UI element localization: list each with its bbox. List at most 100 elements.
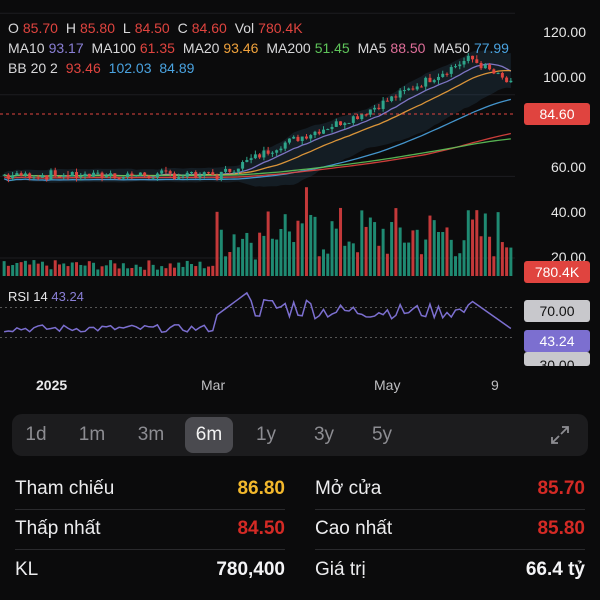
stat-value: 66.4 tỷ [525,559,585,580]
candle-body [258,154,262,158]
candle-body [147,175,151,178]
volume-bar [11,265,15,276]
candle-body [126,173,130,177]
ma20-label: MA20 [182,40,220,56]
volume-bar [62,263,66,276]
volume-bar [488,236,492,276]
volume-bar [270,238,274,276]
high-label: H [65,20,76,36]
volume-bar [236,247,240,276]
stat-volume: KL 780,400 [15,551,285,589]
volume-bar [428,215,432,276]
candle-body [381,100,385,109]
volume-bar [126,268,130,276]
volume-bar [92,262,96,276]
volume-bar [258,232,262,276]
candle-body [292,136,296,139]
volume-bar [432,220,436,276]
candle-body [249,158,253,160]
candle-body [19,173,23,176]
volume-bar [198,261,202,276]
volume-bar [181,266,185,276]
ma200-label: MA200 [266,40,311,56]
candle-body [168,171,172,174]
expand-icon[interactable] [550,425,570,445]
candle-body [309,135,313,139]
volume-bar [347,241,351,276]
ma20-value: 93.46 [223,40,259,56]
volume-bar [202,268,206,276]
candle-body [57,176,61,178]
volume-bar [262,235,266,276]
date-year: 2025 [36,377,68,393]
stat-label: Mở cửa [315,478,382,499]
candle-body [117,178,121,180]
ma50-value: 77.99 [473,40,509,56]
volume-bar [207,266,211,276]
volume-bar [36,263,40,276]
range-1d[interactable]: 1d [12,414,60,456]
range-6m[interactable]: 6m [185,417,233,453]
candle-body [262,150,266,158]
current-price-tag: 84.60 [524,103,590,125]
range-5y[interactable]: 5y [358,414,406,456]
volume-bar [296,220,300,276]
date-may: May [374,377,401,393]
candle-body [385,100,389,102]
candle-body [185,172,189,177]
divider [315,549,585,550]
volume-bar [313,216,317,276]
candle-body [407,88,411,91]
volume-bar [32,260,36,276]
volume-bar [356,252,360,276]
volume-bar [415,229,419,276]
rsi-upper-tag: 70.00 [524,300,590,322]
stat-high: Cao nhất 85.80 [315,510,585,548]
candle-body [109,173,113,176]
volume-bar [40,261,44,276]
volume-bar [394,208,398,276]
volume-bar [28,264,32,276]
volume-bar [113,263,117,276]
candle-body [83,173,87,177]
candle-body [232,171,236,173]
candle-body [322,129,325,134]
range-1y[interactable]: 1y [242,414,290,456]
range-3y[interactable]: 3y [300,414,348,456]
stat-low: Thấp nhất 84.50 [15,510,285,548]
candle-body [36,177,40,179]
volume-bar [79,264,83,276]
volume-bar [138,266,142,276]
candle-body [28,173,32,179]
candle-body [360,114,364,120]
high-value: 85.80 [79,20,115,36]
volume-bar [100,266,104,276]
range-3m[interactable]: 3m [127,414,175,456]
candle-body [6,174,10,179]
ma5-label: MA5 [357,40,387,56]
candle-body [62,174,66,177]
candle-body [241,162,245,169]
stat-value: 85.70 [537,478,585,499]
volume-bar [377,245,381,276]
volume-bar [253,259,257,276]
volume-bar [6,265,10,276]
close-label: C [177,20,188,36]
volume-bar [454,256,458,276]
volume-bar [496,212,500,276]
volume-bar [75,262,79,276]
ma10-value: 93.17 [48,40,84,56]
volume-bar [266,211,270,276]
close-value: 84.60 [191,20,227,36]
candle-body [134,175,138,177]
volume-bar [436,231,440,276]
ma10-label: MA10 [8,40,45,56]
candle-body [394,96,398,98]
candle-body [253,154,257,159]
volume-bar [177,262,181,276]
volume-bar [509,247,513,276]
ma-row: MA10 93.17 MA100 61.35 MA20 93.46 MA200 51.4… [8,38,513,58]
volume-bar [445,227,449,276]
bb-row: BB 20 2 93.46 102.03 84.89 [8,58,513,78]
range-1m[interactable]: 1m [68,414,116,456]
